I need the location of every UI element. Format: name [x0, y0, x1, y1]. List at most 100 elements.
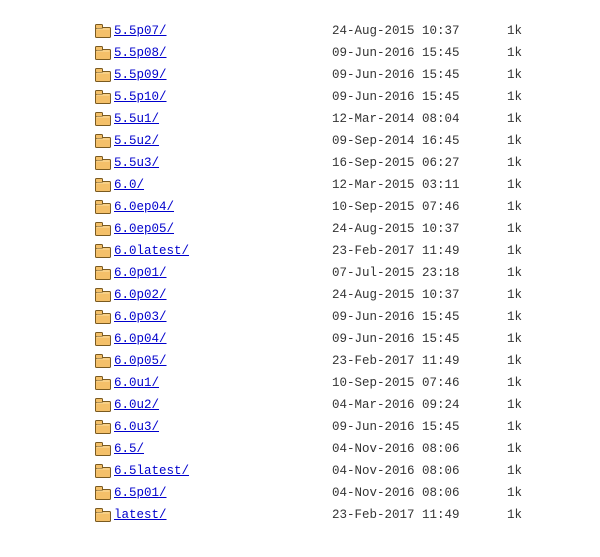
directory-link[interactable]: 6.0p04/ — [114, 332, 167, 346]
entry-size: 1k — [494, 394, 522, 416]
entry-size: 1k — [494, 460, 522, 482]
listing-row: 6.0latest/23-Feb-2017 11:491k — [92, 240, 570, 262]
listing-row: 6.0p04/09-Jun-2016 15:451k — [92, 328, 570, 350]
folder-icon — [92, 68, 114, 82]
listing-row: 6.0ep04/10-Sep-2015 07:461k — [92, 196, 570, 218]
listing-row: 5.5p09/09-Jun-2016 15:451k — [92, 64, 570, 86]
entry-size: 1k — [494, 42, 522, 64]
entry-date: 23-Feb-2017 11:49 — [332, 504, 494, 526]
directory-link[interactable]: 6.0ep04/ — [114, 200, 174, 214]
entry-name-cell: 5.5u3/ — [114, 152, 332, 174]
directory-link[interactable]: 6.5latest/ — [114, 464, 189, 478]
directory-link[interactable]: 6.0p03/ — [114, 310, 167, 324]
directory-link[interactable]: 5.5u1/ — [114, 112, 159, 126]
folder-icon — [92, 222, 114, 236]
entry-date: 07-Jul-2015 23:18 — [332, 262, 494, 284]
entry-name-cell: 5.5p08/ — [114, 42, 332, 64]
entry-date: 23-Feb-2017 11:49 — [332, 240, 494, 262]
entry-date: 12-Mar-2015 03:11 — [332, 174, 494, 196]
folder-icon — [92, 134, 114, 148]
entry-size: 1k — [494, 20, 522, 42]
entry-date: 09-Jun-2016 15:45 — [332, 306, 494, 328]
entry-name-cell: 6.0p05/ — [114, 350, 332, 372]
entry-name-cell: latest/ — [114, 504, 332, 526]
directory-link[interactable]: 5.5u3/ — [114, 156, 159, 170]
entry-size: 1k — [494, 372, 522, 394]
entry-name-cell: 6.0p04/ — [114, 328, 332, 350]
entry-date: 09-Jun-2016 15:45 — [332, 42, 494, 64]
entry-name-cell: 6.0u1/ — [114, 372, 332, 394]
entry-name-cell: 5.5p09/ — [114, 64, 332, 86]
directory-link[interactable]: latest/ — [114, 508, 167, 522]
directory-link[interactable]: 5.5p08/ — [114, 46, 167, 60]
listing-row: 6.0p03/09-Jun-2016 15:451k — [92, 306, 570, 328]
listing-row: 6.0ep05/24-Aug-2015 10:371k — [92, 218, 570, 240]
directory-link[interactable]: 5.5p07/ — [114, 24, 167, 38]
entry-name-cell: 6.0p01/ — [114, 262, 332, 284]
folder-icon — [92, 178, 114, 192]
directory-link[interactable]: 6.5p01/ — [114, 486, 167, 500]
folder-icon — [92, 464, 114, 478]
directory-link[interactable]: 6.0u3/ — [114, 420, 159, 434]
directory-link[interactable]: 6.0latest/ — [114, 244, 189, 258]
listing-row: 6.0p05/23-Feb-2017 11:491k — [92, 350, 570, 372]
folder-icon — [92, 442, 114, 456]
listing-row: 6.0p02/24-Aug-2015 10:371k — [92, 284, 570, 306]
folder-icon — [92, 508, 114, 522]
entry-date: 04-Nov-2016 08:06 — [332, 482, 494, 504]
directory-link[interactable]: 6.0p01/ — [114, 266, 167, 280]
directory-link[interactable]: 6.0u2/ — [114, 398, 159, 412]
folder-icon — [92, 288, 114, 302]
directory-link[interactable]: 6.5/ — [114, 442, 144, 456]
folder-icon — [92, 200, 114, 214]
entry-name-cell: 6.5p01/ — [114, 482, 332, 504]
entry-name-cell: 5.5u2/ — [114, 130, 332, 152]
entry-name-cell: 6.0p03/ — [114, 306, 332, 328]
entry-size: 1k — [494, 196, 522, 218]
folder-icon — [92, 420, 114, 434]
entry-name-cell: 6.0u3/ — [114, 416, 332, 438]
folder-icon — [92, 354, 114, 368]
folder-icon — [92, 332, 114, 346]
listing-row: 6.5/04-Nov-2016 08:061k — [92, 438, 570, 460]
directory-link[interactable]: 6.0ep05/ — [114, 222, 174, 236]
entry-size: 1k — [494, 262, 522, 284]
entry-date: 09-Jun-2016 15:45 — [332, 86, 494, 108]
directory-link[interactable]: 5.5u2/ — [114, 134, 159, 148]
folder-icon — [92, 90, 114, 104]
listing-row: 6.0u2/04-Mar-2016 09:241k — [92, 394, 570, 416]
folder-icon — [92, 46, 114, 60]
folder-icon — [92, 398, 114, 412]
entry-date: 09-Jun-2016 15:45 — [332, 64, 494, 86]
folder-icon — [92, 376, 114, 390]
listing-row: 5.5u1/12-Mar-2014 08:041k — [92, 108, 570, 130]
entry-date: 09-Jun-2016 15:45 — [332, 416, 494, 438]
directory-link[interactable]: 6.0u1/ — [114, 376, 159, 390]
entry-date: 10-Sep-2015 07:46 — [332, 372, 494, 394]
directory-link[interactable]: 6.0p02/ — [114, 288, 167, 302]
listing-row: 5.5p07/24-Aug-2015 10:371k — [92, 20, 570, 42]
listing-row: 6.5p01/04-Nov-2016 08:061k — [92, 482, 570, 504]
directory-link[interactable]: 6.0p05/ — [114, 354, 167, 368]
entry-name-cell: 6.5latest/ — [114, 460, 332, 482]
listing-row: 6.0/12-Mar-2015 03:111k — [92, 174, 570, 196]
folder-icon — [92, 486, 114, 500]
directory-link[interactable]: 5.5p09/ — [114, 68, 167, 82]
directory-listing: 5.5p07/24-Aug-2015 10:371k5.5p08/09-Jun-… — [0, 20, 600, 526]
entry-size: 1k — [494, 108, 522, 130]
folder-icon — [92, 112, 114, 126]
entry-size: 1k — [494, 306, 522, 328]
listing-row: 6.5latest/04-Nov-2016 08:061k — [92, 460, 570, 482]
entry-date: 04-Nov-2016 08:06 — [332, 460, 494, 482]
entry-size: 1k — [494, 438, 522, 460]
listing-row: 5.5u2/09-Sep-2014 16:451k — [92, 130, 570, 152]
entry-name-cell: 6.0/ — [114, 174, 332, 196]
entry-size: 1k — [494, 174, 522, 196]
directory-link[interactable]: 5.5p10/ — [114, 90, 167, 104]
listing-row: 5.5u3/16-Sep-2015 06:271k — [92, 152, 570, 174]
folder-icon — [92, 266, 114, 280]
directory-link[interactable]: 6.0/ — [114, 178, 144, 192]
entry-date: 10-Sep-2015 07:46 — [332, 196, 494, 218]
entry-name-cell: 5.5p10/ — [114, 86, 332, 108]
listing-row: 5.5p08/09-Jun-2016 15:451k — [92, 42, 570, 64]
